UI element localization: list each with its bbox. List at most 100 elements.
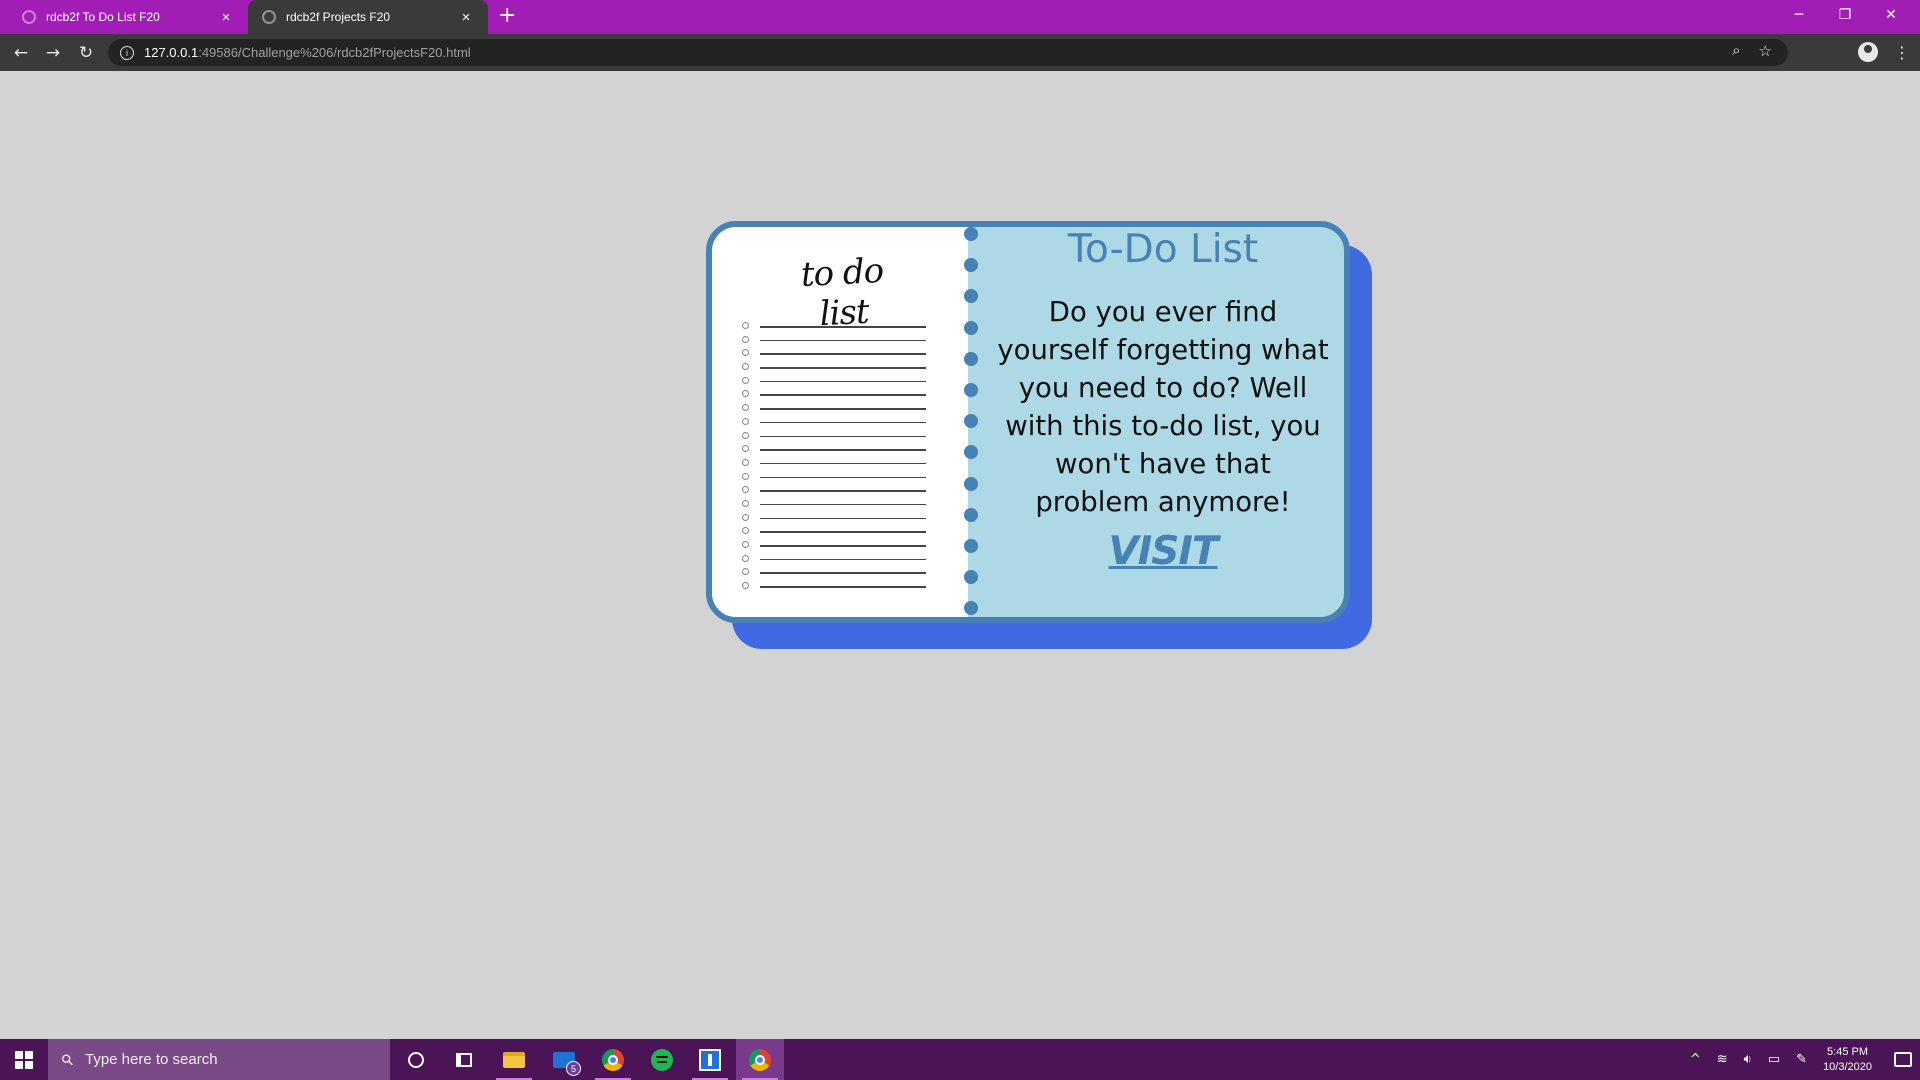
browser-toolbar: ← → ↻ i 127.0.0.1 :49586/Challenge%206/r…: [0, 34, 1920, 71]
notification-icon[interactable]: [1894, 1052, 1912, 1067]
checkbox-circle-icon: [742, 363, 749, 371]
notepad-rule: [760, 449, 926, 451]
minimize-button[interactable]: ─: [1776, 0, 1822, 30]
notepad-rule: [760, 339, 926, 342]
visit-link[interactable]: VISIT: [982, 529, 1344, 574]
checkbox-circle-icon: [742, 513, 749, 521]
tab-projects[interactable]: rdcb2f Projects F20 ×: [248, 0, 488, 34]
cortana-icon: [408, 1051, 424, 1068]
checkbox-circle-icon: [742, 322, 749, 329]
notepad-rule: [760, 408, 926, 410]
clock-time: 5:45 PM: [1827, 1045, 1869, 1058]
tab-title: rdcb2f Projects F20: [286, 10, 391, 24]
profile-avatar-icon[interactable]: [1858, 42, 1878, 62]
pen-icon[interactable]: ✎: [1796, 1052, 1807, 1067]
taskbar-search[interactable]: ⚲ Type here to search: [48, 1039, 390, 1080]
card-content: To-Do List Do you ever find yourself for…: [982, 227, 1344, 617]
notepad-row: [742, 498, 942, 512]
checkbox-circle-icon: [742, 568, 749, 576]
spiral-binding: [964, 227, 978, 617]
page-viewport: to do list To-Do List Do you ever find y…: [0, 71, 1920, 1039]
checkbox-circle-icon: [742, 417, 749, 425]
browser-tab-bar: rdcb2f To Do List F20 × rdcb2f Projects …: [0, 0, 1920, 34]
spiral-ring: [964, 445, 978, 460]
clock[interactable]: 5:45 PM 10/3/2020: [1823, 1045, 1872, 1075]
spiral-ring: [964, 258, 978, 273]
file-explorer-button[interactable]: [490, 1039, 538, 1080]
notepad-row: [742, 484, 942, 498]
task-view-button[interactable]: [440, 1039, 488, 1080]
notepad-row: [742, 320, 942, 334]
battery-icon[interactable]: ▭: [1768, 1052, 1780, 1067]
maximize-button[interactable]: ❐: [1822, 0, 1868, 30]
globe-icon: [262, 10, 276, 24]
mail-button[interactable]: 5: [540, 1039, 588, 1080]
notepad-row: [742, 553, 942, 567]
notepad-rule: [760, 435, 926, 437]
checkbox-circle-icon: [742, 499, 749, 507]
notepad-row: [742, 457, 942, 471]
taskbar: ⚲ Type here to search 5 ^ ≋ 🔉︎ ▭ ✎ 5:45 …: [0, 1039, 1920, 1080]
search-placeholder: Type here to search: [85, 1051, 218, 1068]
checkbox-circle-icon: [742, 349, 749, 357]
dev-app-button[interactable]: [686, 1039, 734, 1080]
network-icon[interactable]: ≋: [1717, 1052, 1728, 1067]
notepad-rule: [760, 353, 926, 355]
reload-button[interactable]: ↻: [74, 42, 98, 64]
start-button[interactable]: [0, 1039, 48, 1080]
zoom-icon[interactable]: ⌕: [1732, 42, 1740, 60]
url-host: 127.0.0.1: [144, 45, 199, 60]
close-tab-icon[interactable]: ×: [458, 10, 474, 25]
notepad-row: [742, 512, 942, 526]
notepad-rule: [760, 503, 926, 506]
checkbox-circle-icon: [742, 445, 749, 453]
chrome-button[interactable]: [589, 1039, 637, 1080]
notepad-rule: [760, 367, 926, 369]
spiral-ring: [964, 601, 978, 616]
forward-button[interactable]: →: [41, 42, 65, 64]
notepad-row: [742, 566, 942, 580]
globe-icon: [22, 10, 36, 24]
spiral-ring: [964, 351, 978, 366]
address-bar[interactable]: i 127.0.0.1 :49586/Challenge%206/rdcb2fP…: [108, 39, 1788, 66]
close-tab-icon[interactable]: ×: [218, 10, 234, 25]
tab-todo-list[interactable]: rdcb2f To Do List F20 ×: [8, 0, 248, 34]
system-tray: ^ ≋ 🔉︎ ▭ ✎ 5:45 PM 10/3/2020: [1682, 1039, 1920, 1080]
notepad-row: [742, 334, 942, 348]
notepad-row: [742, 525, 942, 539]
app-icon: [699, 1048, 721, 1071]
notepad-rule: [760, 326, 926, 328]
site-info-icon[interactable]: i: [120, 45, 134, 60]
checkbox-circle-icon: [742, 472, 749, 480]
checkbox-circle-icon: [742, 458, 749, 466]
notepad-lines: [742, 320, 942, 590]
notepad-rule: [760, 545, 926, 547]
chrome-icon: [602, 1048, 624, 1071]
chrome-window-button[interactable]: [736, 1039, 784, 1080]
notepad-rule: [760, 394, 926, 396]
spiral-ring: [964, 320, 978, 335]
notepad-row: [742, 361, 942, 375]
spotify-button[interactable]: [638, 1039, 686, 1080]
cortana-button[interactable]: [392, 1039, 440, 1080]
tab-title: rdcb2f To Do List F20: [46, 10, 160, 24]
chevron-up-icon[interactable]: ^: [1690, 1052, 1701, 1067]
checkbox-circle-icon: [742, 431, 749, 439]
window-controls: ─ ❐ ✕: [1776, 0, 1914, 30]
notepad-row: [742, 347, 942, 361]
spiral-ring: [964, 289, 978, 304]
menu-kebab-icon[interactable]: ⋮: [1894, 43, 1910, 62]
spiral-ring: [964, 507, 978, 522]
back-button[interactable]: ←: [9, 42, 33, 64]
checkbox-circle-icon: [742, 404, 749, 412]
search-icon: ⚲: [57, 1049, 78, 1070]
spiral-ring: [964, 227, 978, 241]
close-window-button[interactable]: ✕: [1868, 0, 1914, 30]
bookmark-star-icon[interactable]: ☆: [1759, 42, 1772, 60]
card-title: To-Do List: [1067, 227, 1259, 272]
notepad-row: [742, 402, 942, 416]
notepad-row: [742, 580, 942, 594]
new-tab-button[interactable]: +: [498, 5, 516, 27]
notepad-illustration: to do list: [712, 227, 968, 617]
volume-icon[interactable]: 🔉︎: [1744, 1052, 1752, 1067]
